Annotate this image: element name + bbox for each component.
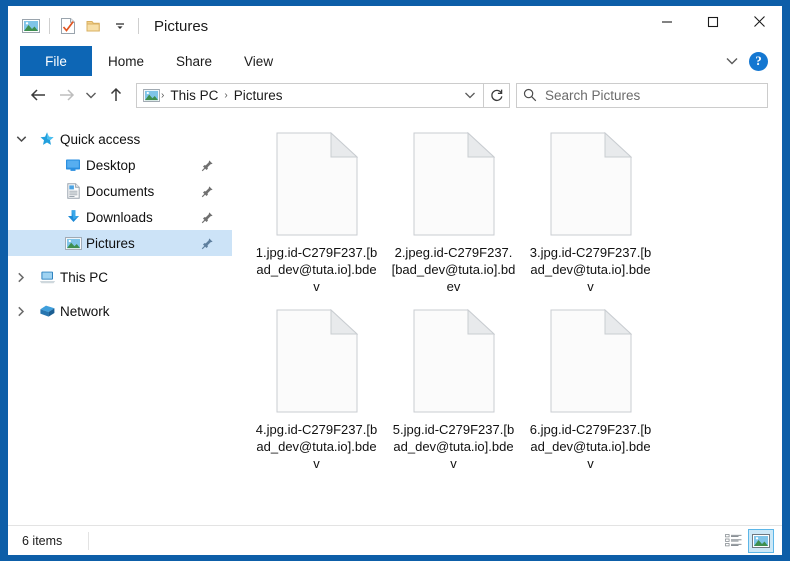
tab-share[interactable]: Share	[160, 46, 228, 76]
network-icon	[34, 304, 60, 319]
breadcrumb-item-this-pc[interactable]: This PC	[165, 88, 223, 103]
back-button[interactable]	[24, 81, 52, 109]
sidebar-item-label: Documents	[86, 183, 155, 199]
generic-file-icon	[413, 131, 495, 236]
file-name: 4.jpg.id-C279F237.[bad_dev@tuta.io].bdev	[255, 422, 378, 471]
sidebar-item-label: Pictures	[86, 235, 135, 251]
chevron-right-icon[interactable]	[8, 306, 34, 317]
properties-icon[interactable]	[55, 13, 81, 39]
documents-icon	[60, 183, 86, 199]
details-view-button[interactable]	[720, 529, 746, 553]
recent-locations-chevron-down-icon[interactable]	[80, 81, 102, 109]
pictures-icon	[60, 236, 86, 250]
content-area: Quick access Desktop Documents Downloads…	[8, 114, 782, 525]
sidebar-item-label: Quick access	[60, 131, 141, 147]
quick-access-toolbar	[8, 13, 144, 39]
file-name: 2.jpeg.id-C279F237.[bad_dev@tuta.io].bde…	[391, 245, 516, 294]
file-item[interactable]: 1.jpg.id-C279F237.[bad_dev@tuta.io].bdev	[248, 131, 385, 295]
sidebar-item-label: Network	[60, 303, 110, 319]
search-box[interactable]: Search Pictures	[516, 82, 768, 108]
sidebar-item-downloads[interactable]: Downloads	[8, 204, 232, 230]
file-name: 3.jpg.id-C279F237.[bad_dev@tuta.io].bdev	[529, 245, 652, 294]
sidebar-item-desktop[interactable]: Desktop	[8, 152, 232, 178]
large-icons-view-button[interactable]	[748, 528, 774, 553]
this-pc-icon	[34, 270, 60, 285]
sidebar-item-label: Desktop	[86, 157, 136, 173]
ribbon-right-controls: ?	[721, 46, 782, 76]
collapse-ribbon-chevron-down-icon[interactable]	[721, 50, 743, 72]
generic-file-icon	[550, 308, 632, 413]
file-item[interactable]: 6.jpg.id-C279F237.[bad_dev@tuta.io].bdev	[522, 308, 659, 472]
sidebar-item-documents[interactable]: Documents	[8, 178, 232, 204]
sidebar-item-this-pc[interactable]: This PC	[8, 264, 232, 290]
minimize-button[interactable]	[644, 6, 690, 37]
downloads-icon	[60, 209, 86, 225]
breadcrumb-item-pictures[interactable]: Pictures	[229, 88, 288, 103]
navigation-bar: › This PC › Pictures Search Pictures	[8, 76, 782, 114]
maximize-button[interactable]	[690, 6, 736, 37]
chevron-right-icon[interactable]	[8, 272, 34, 283]
file-item[interactable]: 2.jpeg.id-C279F237.[bad_dev@tuta.io].bde…	[385, 131, 522, 295]
pin-icon[interactable]	[201, 237, 214, 250]
title-bar: Pictures	[8, 6, 782, 46]
file-item[interactable]: 5.jpg.id-C279F237.[bad_dev@tuta.io].bdev	[385, 308, 522, 472]
new-folder-icon[interactable]	[81, 13, 107, 39]
window-controls	[644, 6, 782, 46]
pin-icon[interactable]	[201, 159, 214, 172]
sidebar-item-quick-access[interactable]: Quick access	[8, 126, 232, 152]
help-button[interactable]: ?	[749, 51, 768, 71]
file-list-pane[interactable]: 1.jpg.id-C279F237.[bad_dev@tuta.io].bdev…	[232, 114, 782, 525]
explorer-window: Pictures File Home Share View ? › This P…	[8, 6, 782, 555]
generic-file-icon	[413, 308, 495, 413]
generic-file-icon	[276, 308, 358, 413]
star-icon	[34, 131, 60, 147]
tab-home[interactable]: Home	[92, 46, 160, 76]
file-name: 1.jpg.id-C279F237.[bad_dev@tuta.io].bdev	[255, 245, 378, 294]
file-name: 6.jpg.id-C279F237.[bad_dev@tuta.io].bdev	[529, 422, 652, 471]
pin-icon[interactable]	[201, 211, 214, 224]
forward-button[interactable]	[52, 81, 80, 109]
qat-separator-2	[138, 18, 139, 34]
address-bar[interactable]: › This PC › Pictures	[136, 82, 484, 108]
sidebar-item-pictures[interactable]: Pictures	[8, 230, 232, 256]
close-button[interactable]	[736, 6, 782, 37]
navigation-pane: Quick access Desktop Documents Downloads…	[8, 114, 232, 525]
tab-file[interactable]: File	[20, 46, 92, 76]
file-item[interactable]: 3.jpg.id-C279F237.[bad_dev@tuta.io].bdev	[522, 131, 659, 295]
file-grid: 1.jpg.id-C279F237.[bad_dev@tuta.io].bdev…	[248, 131, 782, 486]
view-toggle-group	[720, 528, 774, 553]
sidebar-item-label: This PC	[60, 269, 109, 285]
chevron-down-icon[interactable]	[8, 135, 34, 143]
generic-file-icon	[550, 131, 632, 236]
file-name: 5.jpg.id-C279F237.[bad_dev@tuta.io].bdev	[392, 422, 515, 471]
up-button[interactable]	[102, 81, 130, 109]
search-icon	[523, 88, 537, 102]
sidebar-item-label: Downloads	[86, 209, 153, 225]
address-photo-icon	[143, 88, 160, 102]
chevron-down-icon[interactable]	[107, 13, 133, 39]
sidebar-item-network[interactable]: Network	[8, 298, 232, 324]
file-item[interactable]: 4.jpg.id-C279F237.[bad_dev@tuta.io].bdev	[248, 308, 385, 472]
item-count-label: 6 items	[22, 533, 63, 548]
generic-file-icon	[276, 131, 358, 236]
window-title: Pictures	[154, 17, 209, 35]
ribbon-tabs: File Home Share View ?	[8, 46, 782, 76]
photo-icon[interactable]	[18, 13, 44, 39]
qat-separator-1	[49, 18, 50, 34]
refresh-button[interactable]	[484, 82, 510, 108]
pin-icon[interactable]	[201, 185, 214, 198]
search-input[interactable]: Search Pictures	[545, 88, 640, 103]
desktop-icon	[60, 158, 86, 172]
status-separator	[88, 531, 90, 550]
breadcrumb: › This PC › Pictures	[160, 88, 287, 103]
address-chevron-down-icon[interactable]	[459, 91, 481, 100]
status-bar: 6 items	[8, 525, 782, 555]
tab-view[interactable]: View	[228, 46, 289, 76]
